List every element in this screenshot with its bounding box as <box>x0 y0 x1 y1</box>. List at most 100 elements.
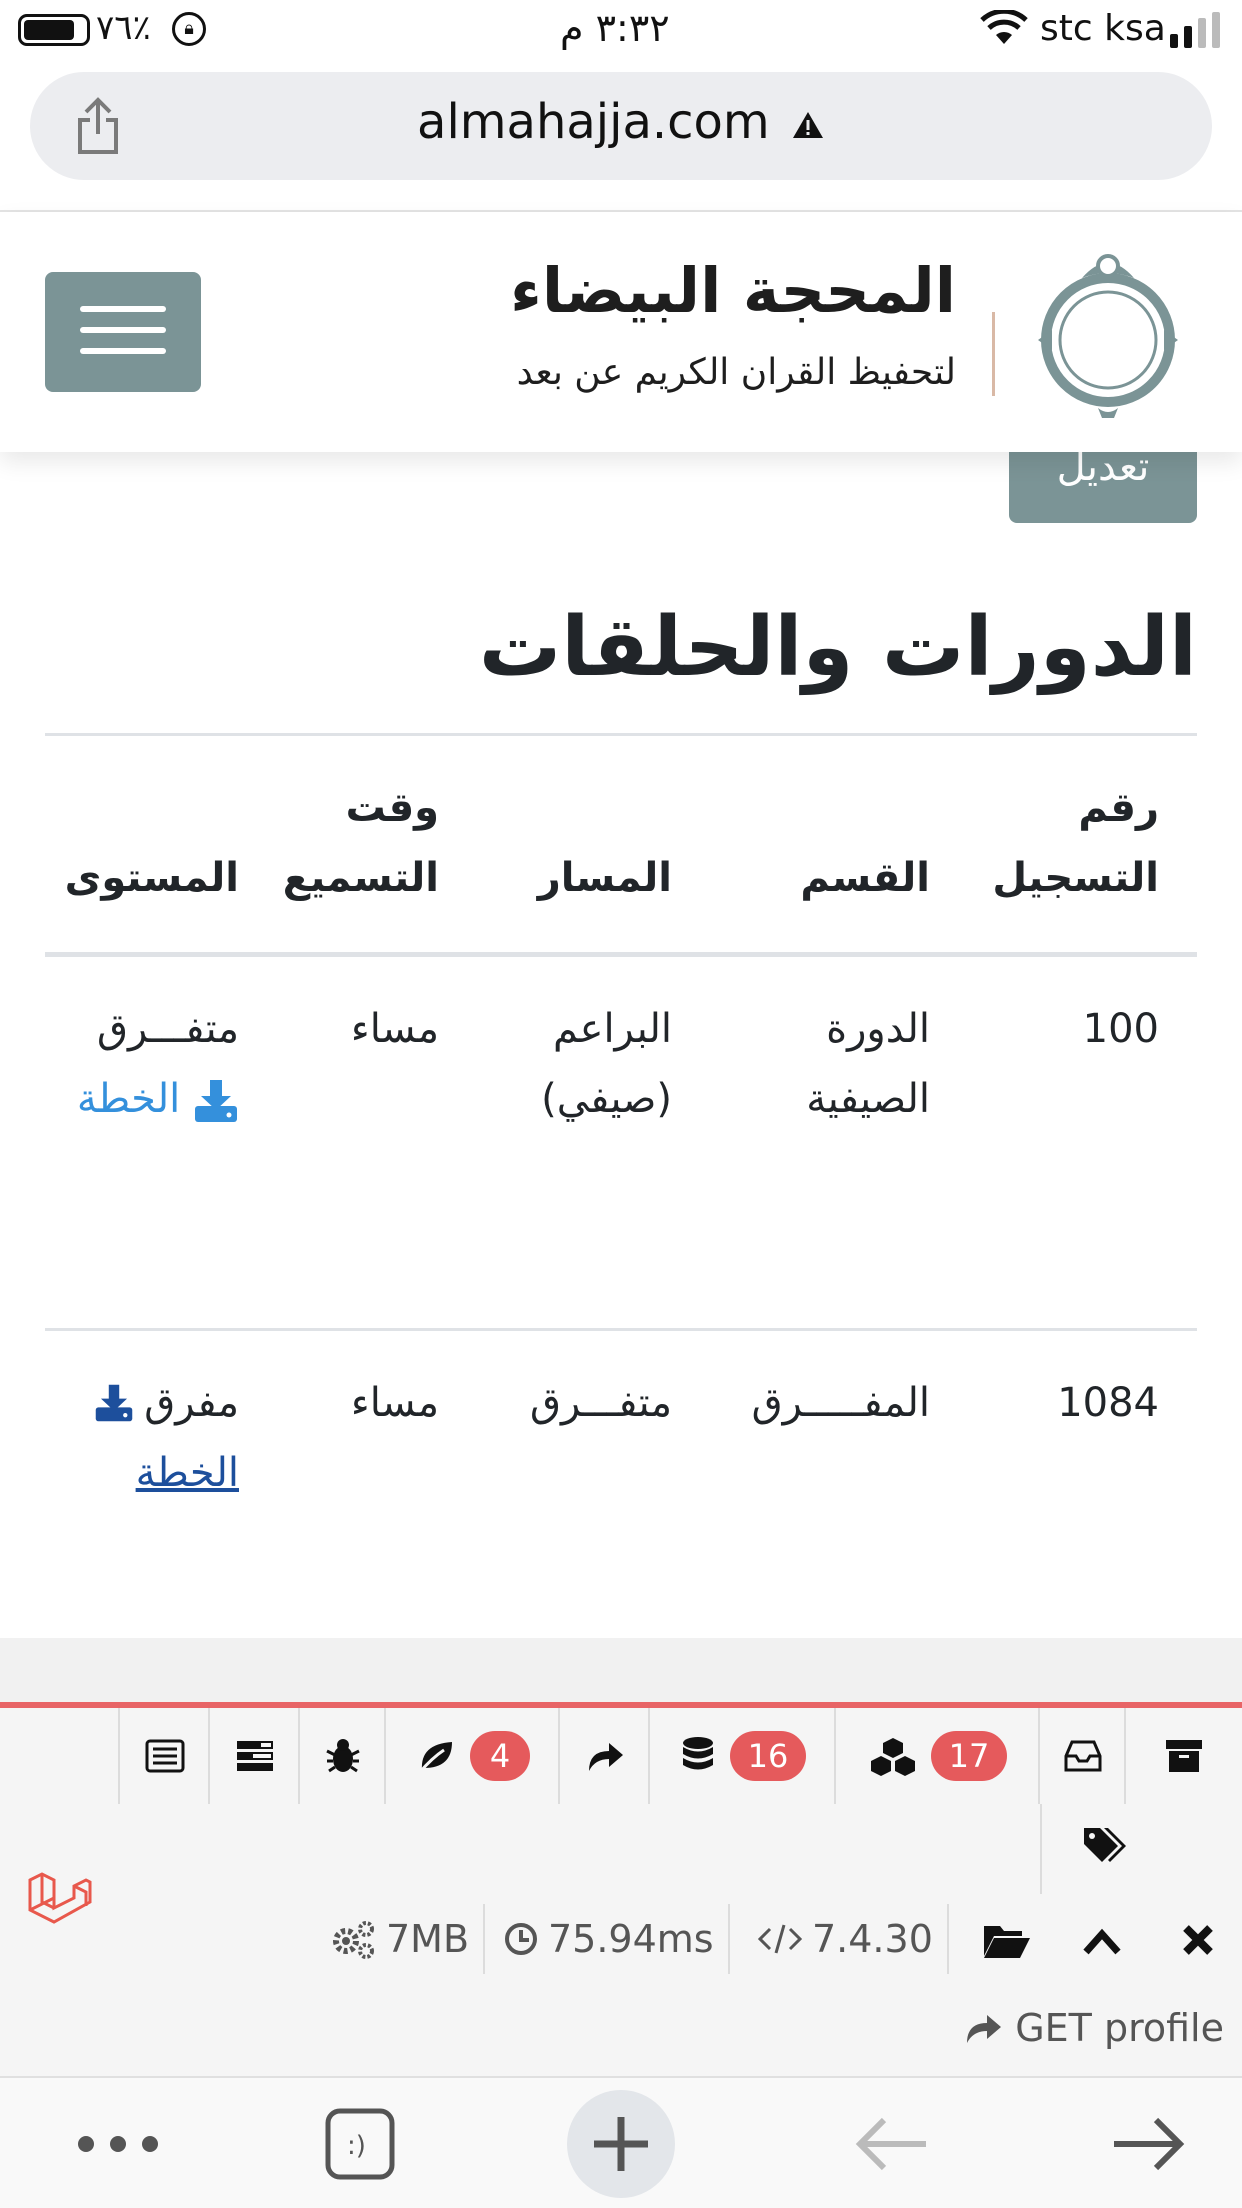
wifi-icon <box>980 10 1028 44</box>
battery-percentage: ٧٦٪ <box>96 8 151 48</box>
php-version-value: 7.4.30 <box>812 1917 933 1961</box>
heading-divider <box>45 733 1197 736</box>
page-title: الدورات والحلقات <box>478 600 1197 695</box>
cell-registration-number: 100 <box>1082 1006 1159 1052</box>
download-icon[interactable] <box>94 1380 134 1426</box>
plan-link-text[interactable]: الخطة <box>77 1076 180 1122</box>
courses-table: رقم التسجيل القسم المسار وقت التسميع الم… <box>45 740 1197 1640</box>
debug-tab-timeline[interactable] <box>208 1708 300 1804</box>
tabs-icon: :) <box>325 2108 395 2180</box>
views-count-badge: 4 <box>470 1731 530 1781</box>
bug-icon <box>326 1739 360 1773</box>
memory-value: 7MB <box>386 1917 470 1961</box>
request-duration: 75.94ms <box>504 1904 730 1974</box>
archive-icon <box>1166 1740 1202 1772</box>
cell-text: مفرق <box>144 1380 239 1426</box>
debug-tab-messages[interactable] <box>118 1708 210 1804</box>
cell-text: الدورة <box>826 1006 930 1052</box>
cell-text: البراعم <box>552 1006 672 1052</box>
column-header-registration-number: رقم التسجيل <box>992 773 1159 913</box>
plan-download-link[interactable]: الخطة <box>77 1064 239 1134</box>
chevron-up-icon[interactable] <box>1082 1926 1122 1956</box>
cell-level: متفـــرق <box>97 1006 239 1052</box>
cell-track: متفـــرق <box>530 1380 672 1426</box>
debug-tab-models[interactable]: 17 <box>834 1708 1040 1804</box>
cell-registration-number: 1084 <box>1057 1380 1159 1426</box>
browser-toolbar: :) <box>0 2076 1242 2208</box>
debug-tab-request[interactable] <box>1040 1804 1242 1894</box>
status-bar: ٧٦٪ 🔒︎ ٣:٣٢ م stc ksa <box>0 0 1242 62</box>
svg-text::): :) <box>347 2131 366 2161</box>
database-icon <box>682 1737 713 1770</box>
brand-divider <box>992 312 995 396</box>
debug-tab-mails[interactable] <box>1038 1708 1126 1804</box>
back-button[interactable] <box>840 2078 944 2208</box>
plan-download-link[interactable]: الخطة <box>136 1438 239 1508</box>
laravel-logo <box>28 1872 92 1924</box>
more-button[interactable] <box>60 2078 176 2208</box>
cell-text: (صيفي) <box>541 1076 672 1122</box>
share-arrow-icon <box>589 1743 623 1771</box>
arrow-right-icon <box>1114 2117 1185 2171</box>
share-arrow-icon <box>967 2015 1002 2043</box>
folder-open-icon[interactable] <box>982 1922 1032 1960</box>
tasks-icon <box>237 1741 273 1771</box>
debug-tab-route[interactable] <box>558 1708 650 1804</box>
column-header-track: المسار <box>537 855 672 901</box>
cell-track: البراعم (صيفي) <box>541 994 672 1134</box>
url-field[interactable]: almahajja.com <box>30 94 1212 150</box>
cubes-icon <box>870 1738 915 1776</box>
cell-section: المفـــــرق <box>751 1380 930 1426</box>
status-time: ٣:٣٢ م <box>560 6 670 50</box>
debug-tab-views[interactable]: 4 <box>384 1708 560 1804</box>
header-text: التسميع <box>282 855 439 901</box>
php-version: 7.4.30 <box>758 1904 949 1974</box>
column-header-section: القسم <box>800 855 930 901</box>
tabs-button[interactable]: :) <box>302 2078 418 2208</box>
debug-tab-session[interactable] <box>1124 1708 1242 1804</box>
url-text: almahajja.com <box>417 94 770 150</box>
inbox-icon <box>1064 1740 1102 1772</box>
battery-icon <box>18 14 90 46</box>
menu-button[interactable] <box>45 272 201 392</box>
page-footer-area <box>0 1638 1242 1706</box>
forward-button[interactable] <box>1096 2078 1200 2208</box>
new-tab-button[interactable] <box>566 2078 676 2208</box>
header-text: التسجيل <box>992 855 1159 901</box>
carrier-name: stc ksa <box>1040 8 1166 49</box>
header-text: وقت <box>345 785 439 831</box>
column-header-level: المستوى <box>64 855 239 901</box>
tags-icon <box>1084 1828 1126 1862</box>
list-icon <box>145 1739 185 1773</box>
download-icon <box>195 1080 237 1122</box>
cogs-icon <box>333 1921 374 1959</box>
cell-level: مفرق <box>94 1368 239 1438</box>
queries-count-badge: 16 <box>729 1731 807 1781</box>
leaf-icon <box>418 1742 452 1773</box>
clock-icon <box>505 1923 537 1955</box>
close-icon[interactable] <box>1180 1922 1216 1958</box>
warning-icon <box>792 112 823 138</box>
header-text: رقم <box>1078 785 1159 831</box>
debug-tab-queries[interactable]: 16 <box>648 1708 836 1804</box>
address-bar[interactable]: almahajja.com <box>30 72 1212 180</box>
route-text: GET profile <box>1015 2006 1224 2050</box>
code-icon <box>758 1924 802 1954</box>
site-name: المحجة البيضاء <box>510 254 956 327</box>
site-header: المحجة البيضاء لتحفيظ القران الكريم عن ب… <box>0 212 1242 452</box>
plus-icon <box>567 2090 675 2198</box>
cell-section: الدورة الصيفية <box>806 994 930 1134</box>
debug-route-info: GET profile <box>963 2006 1224 2050</box>
cell-text: الصيفية <box>806 1076 930 1122</box>
debugbar: 4 16 17 7MB 75.94ms 7.4.30 GET profile <box>0 1702 1242 2076</box>
signal-icon <box>1170 12 1230 48</box>
site-logo <box>1038 254 1178 418</box>
site-tagline: لتحفيظ القران الكريم عن بعد <box>516 352 956 393</box>
row-divider <box>45 1328 1197 1331</box>
models-count-badge: 17 <box>930 1731 1008 1781</box>
more-dots-icon <box>78 2136 158 2152</box>
orientation-lock-icon: 🔒︎ <box>172 12 206 46</box>
cell-time: مساء <box>350 1380 439 1426</box>
arrow-left-icon <box>855 2117 926 2171</box>
debug-tab-exceptions[interactable] <box>298 1708 386 1804</box>
